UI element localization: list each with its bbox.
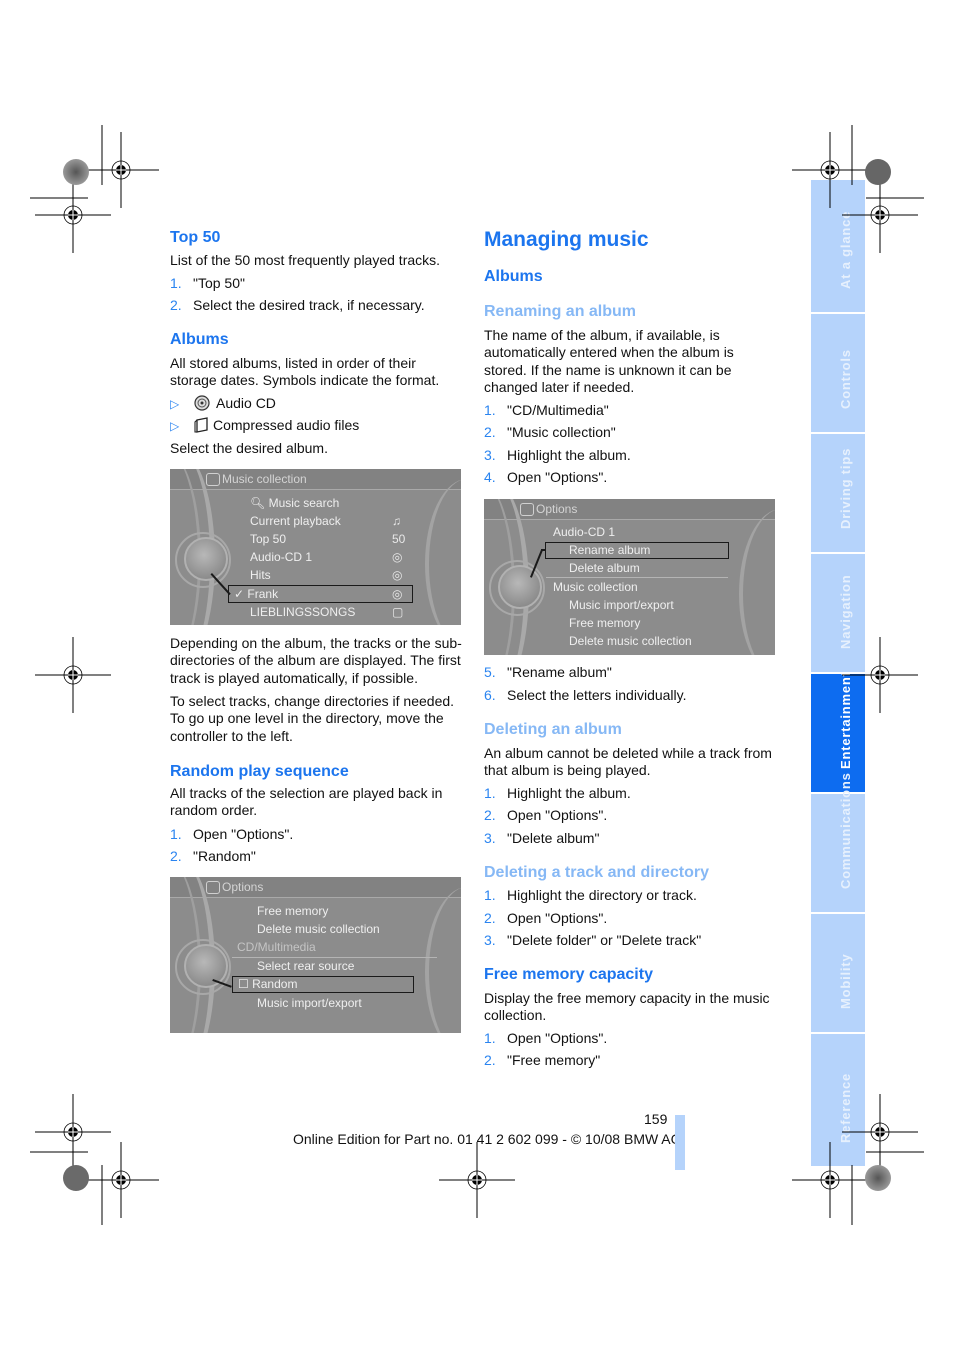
registration-mark-icon (841, 176, 919, 254)
registration-mark-icon (82, 131, 160, 209)
registration-mark-icon (34, 636, 112, 714)
print-marks (30, 125, 924, 1225)
registration-mark-icon (841, 636, 919, 714)
registration-mark-icon (791, 131, 869, 209)
registration-mark-icon (34, 176, 112, 254)
registration-mark-icon (841, 1093, 919, 1171)
color-target-icon (865, 159, 891, 185)
registration-mark-icon (34, 1093, 112, 1171)
color-target-icon (63, 159, 89, 185)
registration-mark-icon (82, 1141, 160, 1219)
registration-mark-icon (791, 1141, 869, 1219)
registration-mark-icon (438, 1141, 516, 1219)
color-target-icon (63, 1165, 89, 1191)
color-target-icon (865, 1165, 891, 1191)
